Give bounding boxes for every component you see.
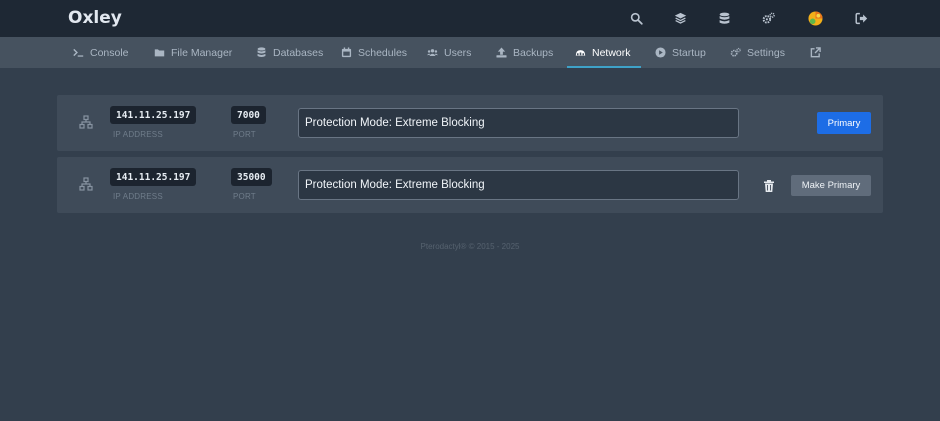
database-icon[interactable] [716,10,732,26]
brand-logo[interactable]: Oxley [68,8,122,28]
primary-button[interactable]: Primary [817,112,871,134]
top-navbar: Oxley [0,0,940,37]
tab-schedules[interactable]: Schedules [341,37,407,68]
tab-file-manager[interactable]: File Manager [154,37,232,68]
server-subnav: Console File Manager Databases Schedules… [0,37,940,68]
port-label: PORT [233,192,256,201]
tab-label: Schedules [358,46,408,59]
cogs-icon [730,47,741,58]
ip-address[interactable]: 141.11.25.197 [110,106,197,124]
network-wired-icon [79,177,93,191]
tab-label: Settings [747,46,785,59]
ip-address-label: IP ADDRESS [113,192,163,201]
avatar[interactable] [807,10,823,26]
tab-label: Databases [273,46,324,59]
tab-label: Network [592,46,631,59]
logout-icon[interactable] [853,10,869,26]
port[interactable]: 35000 [231,168,272,186]
trash-icon[interactable] [764,179,774,192]
tab-label: Console [90,46,129,59]
play-icon [655,47,666,58]
port-label: PORT [233,130,256,139]
users-icon [427,47,438,58]
tab-console[interactable]: Console [73,37,129,68]
allocation-notes-input[interactable]: Protection Mode: Extreme Blocking [298,108,739,138]
database-icon [256,47,267,58]
terminal-icon [73,47,84,58]
network-wired-icon [79,115,93,129]
upload-icon [496,47,507,58]
allocation-row: 141.11.25.197 IP ADDRESS 7000 PORT Prote… [57,95,883,151]
footer-copyright: Pterodactyl® © 2015 - 2025 [420,242,520,251]
tab-backups[interactable]: Backups [496,37,553,68]
allocation-row: 141.11.25.197 IP ADDRESS 35000 PORT Prot… [57,157,883,213]
tab-databases[interactable]: Databases [256,37,323,68]
ip-address[interactable]: 141.11.25.197 [110,168,197,186]
search-icon[interactable] [628,10,644,26]
tab-settings[interactable]: Settings [730,37,785,68]
network-wired-icon [575,47,586,58]
ip-address-label: IP ADDRESS [113,130,163,139]
port[interactable]: 7000 [231,106,266,124]
tab-external-link[interactable] [810,37,821,68]
folder-icon [154,47,165,58]
tab-network[interactable]: Network [567,37,640,68]
cogs-icon[interactable] [760,10,776,26]
tab-label: Startup [672,46,706,59]
external-link-icon [810,47,821,58]
tab-label: Backups [513,46,554,59]
layers-icon[interactable] [672,10,688,26]
allocation-notes-input[interactable]: Protection Mode: Extreme Blocking [298,170,739,200]
tab-startup[interactable]: Startup [655,37,706,68]
make-primary-button[interactable]: Make Primary [791,175,871,196]
calendar-icon [341,47,352,58]
tab-label: Users [444,46,472,59]
tab-users[interactable]: Users [427,37,471,68]
tab-label: File Manager [171,46,233,59]
